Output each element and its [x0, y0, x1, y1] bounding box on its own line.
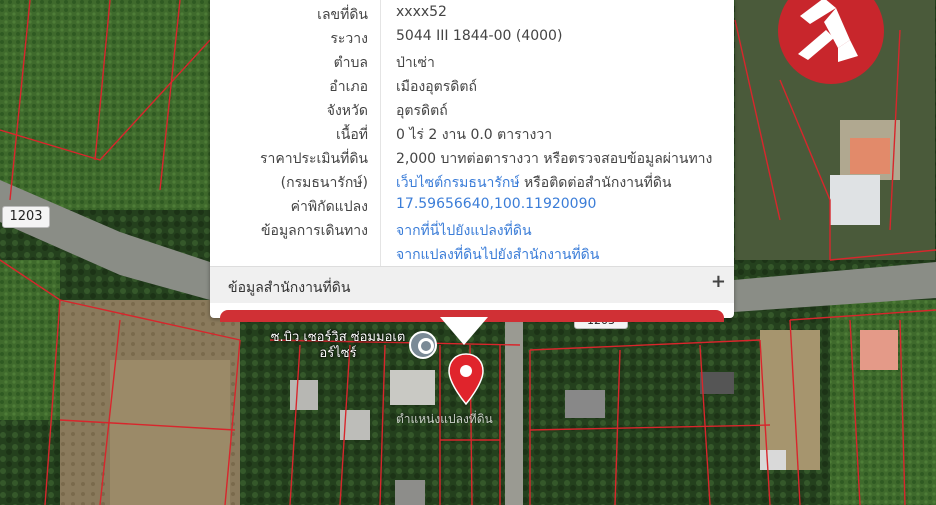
- poi-marker-icon[interactable]: [409, 331, 437, 359]
- row-parcel-number: เลขที่ดิน xxxx52: [210, 4, 734, 28]
- row-directions-office: จากแปลงที่ดินไปยังสำนักงานที่ดิน: [210, 244, 734, 268]
- row-treasury: (กรมธนารักษ์) เว็บไซต์กรมธนารักษ์ หรือติ…: [210, 172, 734, 196]
- road-number-badge: 1203: [2, 206, 50, 228]
- row-label: ราคาประเมินที่ดิน: [259, 151, 368, 167]
- parcel-label: ตำแหน่งแปลงที่ดิน: [396, 412, 493, 426]
- row-appraisal: ราคาประเมินที่ดิน 2,000 บาทต่อตารางวา หร…: [210, 148, 734, 172]
- row-value: 5044 III 1844-00 (4000): [396, 28, 563, 44]
- row-value: อุตรดิตถ์: [396, 103, 448, 119]
- row-label: ข้อมูลการเดินทาง: [260, 223, 368, 239]
- popup-pointer: [440, 317, 488, 345]
- office-section-label: ข้อมูลสำนักงานที่ดิน: [228, 280, 351, 296]
- office-section-header[interactable]: ข้อมูลสำนักงานที่ดิน +: [210, 266, 734, 303]
- row-label: อำเภอ: [329, 79, 368, 95]
- row-province: จังหวัด อุตรดิตถ์: [210, 100, 734, 124]
- row-value-rest: หรือติดต่อสำนักงานที่ดิน: [519, 175, 672, 191]
- row-value: 0 ไร่ 2 งาน 0.0 ตารางวา: [396, 127, 553, 143]
- row-district: อำเภอ เมืองอุตรดิตถ์: [210, 76, 734, 100]
- treasury-website-link[interactable]: เว็บไซต์กรมธนารักษ์: [396, 175, 520, 191]
- directions-to-office-link[interactable]: จากแปลงที่ดินไปยังสำนักงานที่ดิน: [396, 244, 599, 266]
- expand-plus-icon[interactable]: +: [711, 271, 726, 292]
- parcel-info-popup: เลขที่ดิน xxxx52 ระวาง 5044 III 1844-00 …: [210, 0, 734, 322]
- row-value: ป่าเซ่า: [396, 55, 435, 71]
- row-label: (กรมธนารักษ์): [280, 175, 368, 191]
- row-value: xxxx52: [396, 4, 447, 20]
- row-sheet: ระวาง 5044 III 1844-00 (4000): [210, 28, 734, 52]
- row-label: ระวาง: [330, 31, 368, 47]
- map-pin-icon[interactable]: [446, 352, 486, 406]
- row-subdistrict: ตำบล ป่าเซ่า: [210, 52, 734, 76]
- row-value: 2,000 บาทต่อตารางวา หรือตรวจสอบข้อมูลผ่า…: [396, 151, 713, 167]
- row-area: เนื้อที่ 0 ไร่ 2 งาน 0.0 ตารางวา: [210, 124, 734, 148]
- poi-label[interactable]: ซ.บิว เซอร์วิส ซ่อมมอเตอร์ไซร์: [268, 330, 408, 362]
- row-value: เมืองอุตรดิตถ์: [396, 79, 477, 95]
- row-label: ตำบล: [333, 55, 368, 71]
- row-value: เว็บไซต์กรมธนารักษ์ หรือติดต่อสำนักงานที…: [396, 172, 672, 194]
- row-label: เลขที่ดิน: [317, 7, 368, 23]
- coordinates-link[interactable]: 17.59656640,100.11920090: [396, 196, 596, 212]
- row-coordinates: ค่าพิกัดแปลง 17.59656640,100.11920090: [210, 196, 734, 220]
- row-directions: ข้อมูลการเดินทาง จากที่นี่ไปยังแปลงที่ดิ…: [210, 220, 734, 244]
- row-label: จังหวัด: [326, 103, 368, 119]
- directions-to-parcel-link[interactable]: จากที่นี่ไปยังแปลงที่ดิน: [396, 220, 532, 242]
- row-label: เนื้อที่: [336, 127, 368, 143]
- row-label: ค่าพิกัดแปลง: [290, 199, 368, 215]
